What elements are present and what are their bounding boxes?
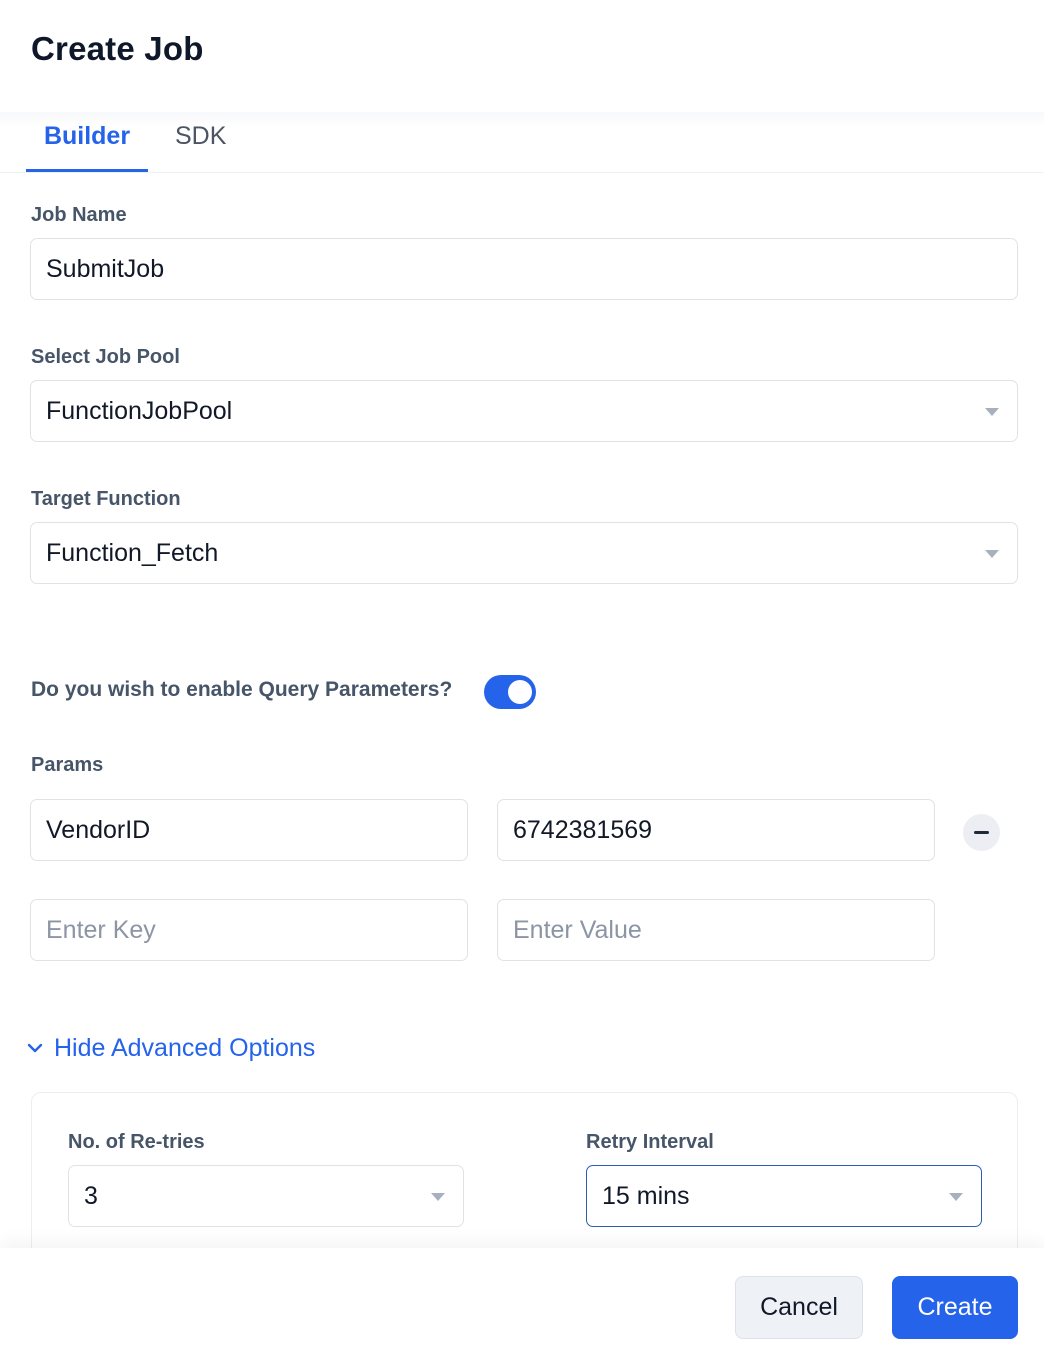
dialog-header: Create Job — [0, 0, 1044, 112]
tab-bar: Builder SDK — [0, 112, 1044, 173]
retries-select[interactable]: 3 — [68, 1165, 464, 1227]
job-pool-value: FunctionJobPool — [46, 396, 233, 425]
job-name-input[interactable]: SubmitJob — [30, 238, 1018, 300]
query-params-toggle[interactable] — [484, 675, 536, 709]
chevron-down-icon — [27, 1043, 43, 1053]
target-function-label: Target Function — [31, 488, 181, 510]
cancel-button[interactable]: Cancel — [735, 1276, 863, 1339]
tab-sdk[interactable]: SDK — [175, 122, 226, 172]
dialog-footer: Cancel Create — [0, 1248, 1044, 1368]
hide-advanced-options-link[interactable]: Hide Advanced Options — [26, 1030, 315, 1066]
retry-interval-select[interactable]: 15 mins — [586, 1165, 982, 1227]
query-params-label: Do you wish to enable Query Parameters? — [31, 678, 453, 701]
retry-interval-label: Retry Interval — [586, 1131, 714, 1153]
new-param-value-placeholder: Enter Value — [513, 915, 642, 944]
toggle-knob — [508, 680, 532, 704]
minus-icon — [974, 831, 989, 834]
tab-builder[interactable]: Builder — [26, 122, 148, 172]
retries-value: 3 — [84, 1181, 98, 1210]
target-function-value: Function_Fetch — [46, 538, 219, 567]
retries-label: No. of Re-tries — [68, 1131, 205, 1153]
new-param-key-placeholder: Enter Key — [46, 915, 156, 944]
param-key-input[interactable]: VendorID — [30, 799, 468, 861]
caret-down-icon — [949, 1193, 963, 1201]
caret-down-icon — [985, 550, 999, 558]
caret-down-icon — [431, 1193, 445, 1201]
advanced-options-label: Hide Advanced Options — [54, 1033, 316, 1062]
job-name-value: SubmitJob — [46, 254, 165, 283]
job-pool-select[interactable]: FunctionJobPool — [30, 380, 1018, 442]
target-function-select[interactable]: Function_Fetch — [30, 522, 1018, 584]
job-pool-label: Select Job Pool — [31, 346, 180, 368]
create-button[interactable]: Create — [892, 1276, 1018, 1339]
job-name-label: Job Name — [31, 204, 127, 226]
retry-interval-value: 15 mins — [602, 1181, 690, 1210]
remove-param-button[interactable] — [963, 814, 1000, 851]
param-value-value: 6742381569 — [513, 815, 653, 844]
param-value-input[interactable]: 6742381569 — [497, 799, 935, 861]
params-label: Params — [31, 754, 104, 776]
new-param-value-input[interactable]: Enter Value — [497, 899, 935, 961]
caret-down-icon — [985, 408, 999, 416]
page-title: Create Job — [31, 30, 204, 67]
param-key-value: VendorID — [46, 815, 151, 844]
new-param-key-input[interactable]: Enter Key — [30, 899, 468, 961]
